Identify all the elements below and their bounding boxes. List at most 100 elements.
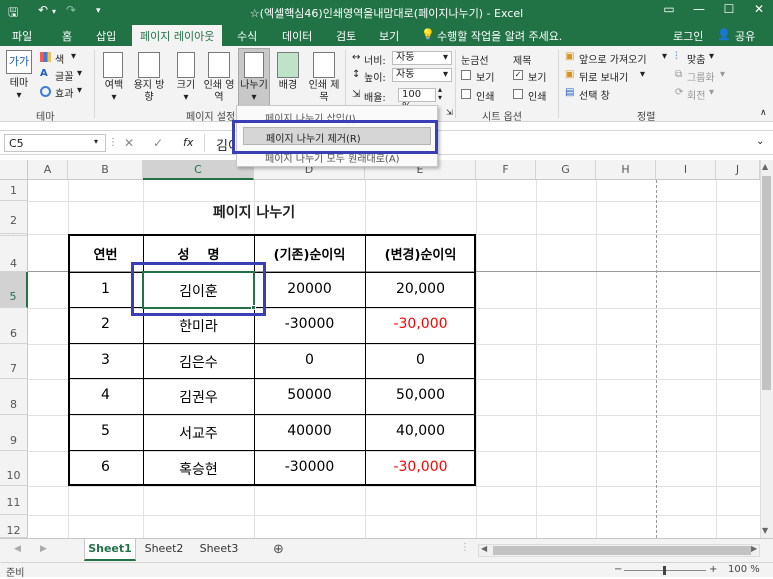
orientation-button[interactable]: 용지 방향 <box>130 80 168 104</box>
cell-no[interactable]: 5 <box>68 423 143 439</box>
cell-new-profit[interactable]: 0 <box>365 352 476 368</box>
tab-home[interactable]: 홈 <box>62 28 72 44</box>
cell-new-profit[interactable]: 50,000 <box>365 387 476 403</box>
cell-no[interactable]: 6 <box>68 459 143 475</box>
zoom-in-button[interactable]: + <box>709 564 717 575</box>
cell-name[interactable]: 서교주 <box>143 423 254 443</box>
cell-name[interactable]: 혹승현 <box>143 459 254 479</box>
column-header-j[interactable]: J <box>716 160 760 180</box>
zoom-level[interactable]: 100 % <box>728 564 760 575</box>
cell-name[interactable]: 김은수 <box>143 352 254 372</box>
row-header-2[interactable]: 2 <box>0 201 28 234</box>
column-header-g[interactable]: G <box>536 160 596 180</box>
ribbon-options-icon[interactable]: ▭ <box>654 2 684 16</box>
enter-icon[interactable]: ✓ <box>153 136 163 150</box>
cell-name[interactable]: 한미라 <box>143 316 254 336</box>
scale-down-icon[interactable]: ▾ <box>438 93 442 102</box>
cell-old-profit[interactable]: 0 <box>254 352 365 368</box>
column-header-i[interactable]: I <box>656 160 716 180</box>
close-button[interactable]: ✕ <box>744 2 773 16</box>
print-titles-button[interactable]: 인쇄 제목 <box>306 80 342 104</box>
scale-input[interactable]: 100 % <box>398 88 436 112</box>
tab-view[interactable]: 보기 <box>379 28 399 44</box>
share-icon[interactable]: 👤 <box>717 28 731 41</box>
cell-old-profit[interactable]: 50000 <box>254 387 365 403</box>
row-header-1[interactable]: 1 <box>0 180 28 201</box>
tab-formulas[interactable]: 수식 <box>237 28 257 44</box>
scroll-tabs-left-icon[interactable]: ◀ <box>14 544 21 554</box>
column-header-b[interactable]: B <box>68 160 143 180</box>
tab-review[interactable]: 검토 <box>336 28 356 44</box>
headings-view-checkbox[interactable]: ✓ <box>513 70 523 80</box>
name-box-chevron-icon[interactable]: ▾ <box>94 137 98 146</box>
column-header-a[interactable]: A <box>28 160 68 180</box>
scroll-up-icon[interactable]: ▲ <box>762 162 768 171</box>
horizontal-scroll-thumb[interactable] <box>493 546 751 555</box>
zoom-out-button[interactable]: − <box>614 564 622 575</box>
tab-data[interactable]: 데이터 <box>282 28 312 44</box>
expand-formula-bar-icon[interactable]: ⌄ <box>756 136 764 147</box>
colors-button[interactable]: 색 <box>55 51 64 66</box>
cell-new-profit[interactable]: 40,000 <box>365 423 476 439</box>
cell-no[interactable]: 2 <box>68 316 143 332</box>
row-header-9[interactable]: 9 <box>0 415 28 451</box>
print-area-button[interactable]: 인쇄 영역 <box>202 80 236 104</box>
sheet-tab-sheet3[interactable]: Sheet3 <box>193 539 245 561</box>
row-header-12[interactable]: 12 <box>0 515 28 538</box>
cell-name[interactable]: 김권우 <box>143 387 254 407</box>
scroll-left-icon[interactable]: ◀ <box>481 544 487 553</box>
row-header-11[interactable]: 11 <box>0 486 28 515</box>
gridlines-view-checkbox[interactable] <box>461 70 471 80</box>
scroll-tabs-right-icon[interactable]: ▶ <box>40 544 47 554</box>
gridlines-print-checkbox[interactable] <box>461 89 471 99</box>
cell-old-profit[interactable]: -30000 <box>254 459 365 475</box>
width-select[interactable]: 자동 ▾ <box>392 51 452 65</box>
select-all-button[interactable] <box>0 160 28 180</box>
sheet-tab-sheet1[interactable]: Sheet1 <box>84 539 136 561</box>
row-header-6[interactable]: 6 <box>0 308 28 344</box>
scroll-right-icon[interactable]: ▶ <box>751 544 757 553</box>
column-header-f[interactable]: F <box>476 160 536 180</box>
group-button[interactable]: 그룹화 <box>687 69 715 84</box>
effects-button[interactable]: 효과 <box>55 85 73 100</box>
page-setup-launcher-icon[interactable]: ⇲ <box>446 108 453 117</box>
send-backward-button[interactable]: 뒤로 보내기 <box>579 69 628 84</box>
sheet-tab-sheet2[interactable]: Sheet2 <box>138 539 190 561</box>
cell-old-profit[interactable]: 20000 <box>254 281 365 297</box>
cancel-icon[interactable]: ✕ <box>124 136 134 150</box>
scroll-down-icon[interactable]: ▼ <box>762 526 768 535</box>
cell-old-profit[interactable]: 40000 <box>254 423 365 439</box>
cell-old-profit[interactable]: -30000 <box>254 316 365 332</box>
zoom-slider-thumb[interactable] <box>663 566 666 575</box>
fonts-button[interactable]: 글꼴 <box>55 68 73 83</box>
height-select[interactable]: 자동 ▾ <box>392 68 452 82</box>
headings-print-checkbox[interactable] <box>513 89 523 99</box>
tab-file[interactable]: 파일 <box>12 28 32 44</box>
cell-new-profit[interactable]: -30,000 <box>365 459 476 475</box>
insert-function-icon[interactable]: fx <box>183 136 193 149</box>
row-header-10[interactable]: 10 <box>0 451 28 486</box>
header-cell-old-profit[interactable]: (기존)순이익 <box>254 244 365 263</box>
cell-new-profit[interactable]: -30,000 <box>365 316 476 332</box>
add-sheet-icon[interactable]: ⊕ <box>273 542 284 557</box>
row-header-4[interactable]: 4 <box>0 236 28 272</box>
themes-button[interactable]: 가가 <box>6 50 32 76</box>
row-header-8[interactable]: 8 <box>0 379 28 415</box>
collapse-ribbon-icon[interactable]: ∧ <box>760 108 767 118</box>
cell-new-profit[interactable]: 20,000 <box>365 281 476 297</box>
row-header-7[interactable]: 7 <box>0 344 28 379</box>
maximize-button[interactable]: ☐ <box>714 2 744 16</box>
background-button[interactable]: 배경 <box>272 80 304 92</box>
share-button[interactable]: 공유 <box>735 28 755 44</box>
name-box[interactable]: C5 <box>4 134 106 152</box>
bring-forward-button[interactable]: 앞으로 가져오기 <box>579 51 647 66</box>
sign-in-link[interactable]: 로그인 <box>673 28 703 44</box>
column-header-h[interactable]: H <box>596 160 656 180</box>
cell-no[interactable]: 3 <box>68 352 143 368</box>
tab-page-layout[interactable]: 페이지 레이아웃 <box>132 25 223 46</box>
header-cell-no[interactable]: 연번 <box>68 244 143 263</box>
row-header-5[interactable]: 5 <box>0 272 28 308</box>
size-button[interactable]: 크기 <box>171 80 201 92</box>
tell-me-input[interactable]: 수행할 작업을 알려 주세요. <box>437 28 562 44</box>
align-button[interactable]: 맞춤 <box>687 51 705 66</box>
